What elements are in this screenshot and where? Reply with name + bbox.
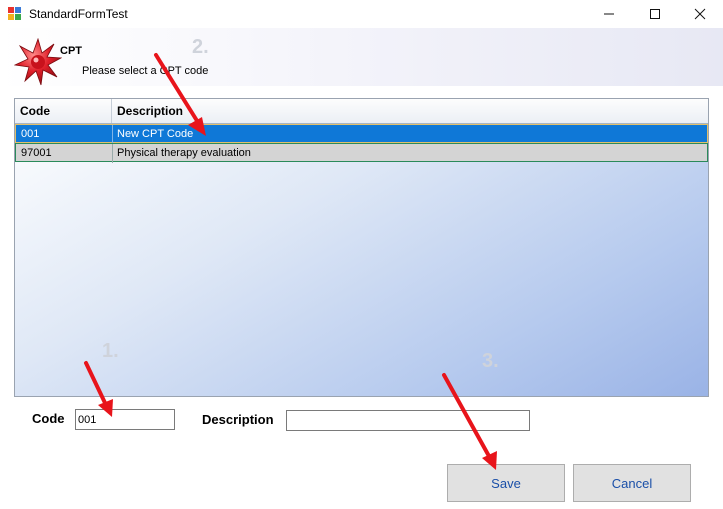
header-title: CPT [60, 45, 82, 57]
title-bar: StandardFormTest [0, 0, 723, 28]
app-icon [8, 7, 21, 20]
minimize-icon [604, 13, 614, 15]
window-title: StandardFormTest [29, 7, 128, 21]
step-3-label: 3. [482, 350, 499, 372]
cell-description: New CPT Code [117, 128, 194, 140]
close-button[interactable] [677, 0, 723, 28]
table-row[interactable]: 97001 Physical therapy evaluation [15, 143, 708, 163]
cell-code: 001 [21, 128, 40, 140]
minimize-button[interactable] [586, 0, 632, 28]
step-2-label: 2. [192, 36, 209, 58]
save-button[interactable]: Save [447, 464, 565, 502]
code-label: Code [32, 411, 65, 426]
column-header-description[interactable]: Description [112, 99, 708, 123]
maximize-button[interactable] [632, 0, 678, 28]
form-header: CPT Please select a CPT code [0, 28, 723, 86]
red-star-icon [14, 38, 62, 86]
grid-header: Code Description [15, 99, 708, 124]
code-input[interactable] [75, 409, 175, 430]
description-label: Description [202, 412, 274, 427]
description-input[interactable] [286, 410, 530, 431]
table-row[interactable]: 001 New CPT Code [15, 124, 708, 144]
header-subtitle: Please select a CPT code [82, 65, 209, 77]
maximize-icon [650, 9, 660, 19]
cancel-button[interactable]: Cancel [573, 464, 691, 502]
step-1-label: 1. [102, 340, 119, 362]
cell-code: 97001 [21, 147, 52, 159]
close-icon [694, 8, 706, 20]
cell-description: Physical therapy evaluation [117, 147, 251, 159]
column-header-code[interactable]: Code [15, 99, 111, 123]
